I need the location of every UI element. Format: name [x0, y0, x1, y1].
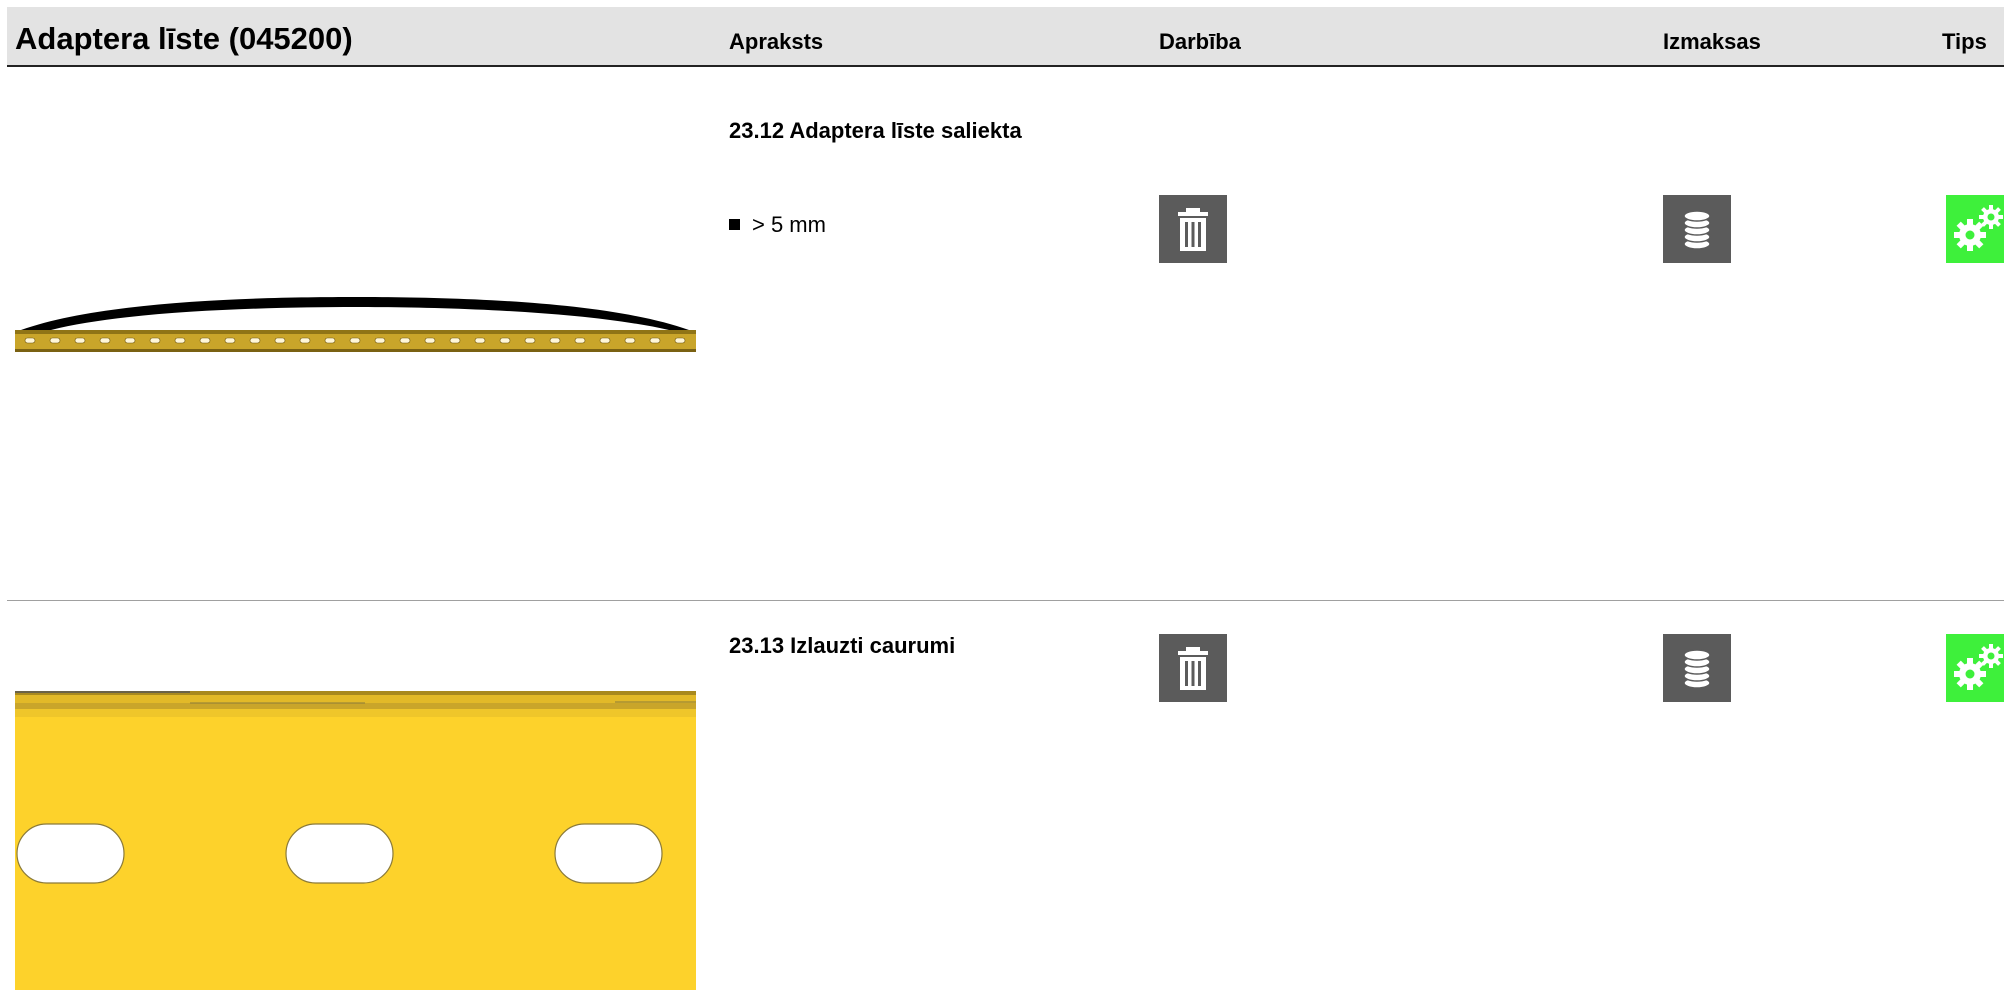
item-detail: > 5 mm — [729, 212, 826, 238]
table-row: 23.13 Izlauzti caurumi — [7, 601, 2004, 990]
page-title: Adaptera līste (045200) — [15, 21, 353, 56]
delete-button[interactable] — [1159, 195, 1227, 263]
gears-icon — [1954, 644, 2003, 690]
trash-icon — [1178, 647, 1208, 690]
coins-icon — [1683, 210, 1711, 250]
tips-button[interactable] — [1946, 634, 2004, 702]
item-detail-text: > 5 mm — [752, 212, 826, 237]
trash-icon — [1178, 208, 1208, 251]
bent-rail-illustration — [15, 287, 696, 367]
item-title: 23.12 Adaptera līste saliekta — [729, 118, 1022, 143]
column-header-tips: Tips — [1942, 29, 1987, 54]
column-header-description: Apraksts — [729, 29, 824, 54]
item-title: 23.13 Izlauzti caurumi — [729, 633, 956, 658]
column-header-action: Darbība — [1159, 29, 1241, 54]
rail-holes-illustration — [15, 691, 696, 990]
delete-button[interactable] — [1159, 634, 1227, 702]
column-header-cost: Izmaksas — [1663, 29, 1761, 54]
table-row: 23.12 Adaptera līste saliekta > 5 mm — [7, 67, 2004, 601]
coins-icon — [1683, 649, 1711, 689]
bullet-square-icon — [729, 219, 740, 230]
table-header: Adaptera līste (045200) Apraksts Darbība… — [7, 7, 2004, 67]
cost-button[interactable] — [1663, 195, 1731, 263]
cost-button[interactable] — [1663, 634, 1731, 702]
gears-icon — [1954, 205, 2003, 251]
tips-button[interactable] — [1946, 195, 2004, 263]
